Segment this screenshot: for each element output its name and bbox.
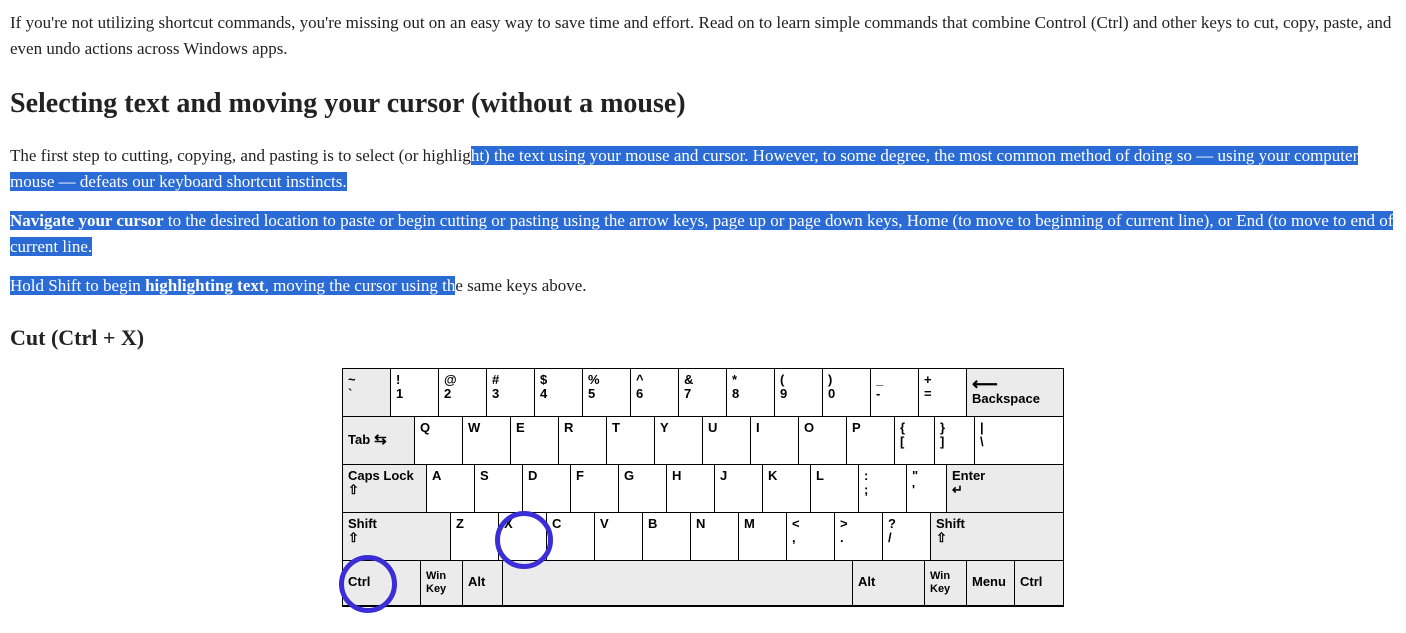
shift-arrow-icon: ⇧ [348, 531, 359, 546]
key-n: N [691, 513, 739, 560]
p4-end: e same keys above. [455, 276, 586, 295]
tab-arrows-icon: ⇆ [374, 434, 387, 446]
keyboard-row-1: ~` !1 @2 #3 $4 %5 ^6 &7 *8 (9 )0 _- += ⟵… [343, 369, 1063, 417]
p3-selection: Navigate your cursor to the desired loca… [10, 211, 1393, 256]
key-capslock: Caps Lock ⇧ [343, 465, 427, 512]
key-ctrl-left: Ctrl [343, 561, 421, 605]
key-z: Z [451, 513, 499, 560]
key-win-left: Win Key [421, 561, 463, 605]
p3-bold: Navigate your cursor [10, 211, 164, 230]
key-lbracket: {[ [895, 417, 935, 464]
p2-plain: The first step to cutting, copying, and … [10, 146, 471, 165]
heading-selecting: Selecting text and moving your cursor (w… [10, 83, 1396, 125]
key-alt-right: Alt [853, 561, 925, 605]
key-0: )0 [823, 369, 871, 416]
key-alt-left: Alt [463, 561, 503, 605]
key-y: Y [655, 417, 703, 464]
key-equals: += [919, 369, 967, 416]
key-p: P [847, 417, 895, 464]
key-d: D [523, 465, 571, 512]
key-q: Q [415, 417, 463, 464]
keyboard-row-3: Caps Lock ⇧ A S D F G H J K L :; "' Ente… [343, 465, 1063, 513]
key-x: X [499, 513, 547, 560]
key-e: E [511, 417, 559, 464]
key-rbracket: }] [935, 417, 975, 464]
key-m: M [739, 513, 787, 560]
key-6: ^6 [631, 369, 679, 416]
key-slash: ?/ [883, 513, 931, 560]
key-semicolon: :; [859, 465, 907, 512]
key-8: *8 [727, 369, 775, 416]
key-w: W [463, 417, 511, 464]
intro-paragraph: If you're not utilizing shortcut command… [10, 10, 1396, 61]
key-1: !1 [391, 369, 439, 416]
keyboard-row-5: Ctrl Win Key Alt Alt Win Key Menu Ctrl [343, 561, 1063, 606]
key-j: J [715, 465, 763, 512]
key-t: T [607, 417, 655, 464]
key-c: C [547, 513, 595, 560]
key-menu: Menu [967, 561, 1015, 605]
arrow-left-icon: ⟵ [972, 377, 998, 391]
key-backslash: |\ [975, 417, 1063, 464]
key-shift-left: Shift ⇧ [343, 513, 451, 560]
p4-selection: Hold Shift to begin highlighting text, m… [10, 276, 455, 295]
key-dash: _- [871, 369, 919, 416]
paragraph-shift[interactable]: Hold Shift to begin highlighting text, m… [10, 273, 1396, 299]
key-3: #3 [487, 369, 535, 416]
key-h: H [667, 465, 715, 512]
key-2: @2 [439, 369, 487, 416]
p4-bold: highlighting text [145, 276, 265, 295]
keyboard-row-4: Shift ⇧ Z X C V B N M <, >. ?/ Shift ⇧ [343, 513, 1063, 561]
keyboard-row-2: Tab ⇆ Q W E R T Y U I O P {[ }] |\ [343, 417, 1063, 465]
key-v: V [595, 513, 643, 560]
key-9: (9 [775, 369, 823, 416]
key-tilde: ~` [343, 369, 391, 416]
key-r: R [559, 417, 607, 464]
key-g: G [619, 465, 667, 512]
key-s: S [475, 465, 523, 512]
key-period: >. [835, 513, 883, 560]
key-b: B [643, 513, 691, 560]
key-o: O [799, 417, 847, 464]
key-l: L [811, 465, 859, 512]
paragraph-select-text[interactable]: The first step to cutting, copying, and … [10, 143, 1396, 194]
key-7: &7 [679, 369, 727, 416]
key-shift-right: Shift ⇧ [931, 513, 1063, 560]
key-tab: Tab ⇆ [343, 417, 415, 464]
key-comma: <, [787, 513, 835, 560]
shift-arrow-icon: ⇧ [936, 531, 947, 546]
key-ctrl-right: Ctrl [1015, 561, 1063, 605]
enter-arrow-icon: ↵ [952, 483, 963, 498]
caps-arrow-icon: ⇧ [348, 483, 359, 498]
key-quote: "' [907, 465, 947, 512]
keyboard-image: ~` !1 @2 #3 $4 %5 ^6 &7 *8 (9 )0 _- += ⟵… [342, 368, 1064, 607]
p3-rest: to the desired location to paste or begi… [10, 211, 1393, 256]
key-4: $4 [535, 369, 583, 416]
key-a: A [427, 465, 475, 512]
key-i: I [751, 417, 799, 464]
paragraph-navigate[interactable]: Navigate your cursor to the desired loca… [10, 208, 1396, 259]
key-win-right: Win Key [925, 561, 967, 605]
key-space [503, 561, 853, 605]
key-backspace: ⟵ Backspace [967, 369, 1063, 416]
key-enter: Enter ↵ [947, 465, 1063, 512]
key-k: K [763, 465, 811, 512]
key-u: U [703, 417, 751, 464]
key-5: %5 [583, 369, 631, 416]
key-f: F [571, 465, 619, 512]
heading-cut: Cut (Ctrl + X) [10, 321, 1396, 354]
